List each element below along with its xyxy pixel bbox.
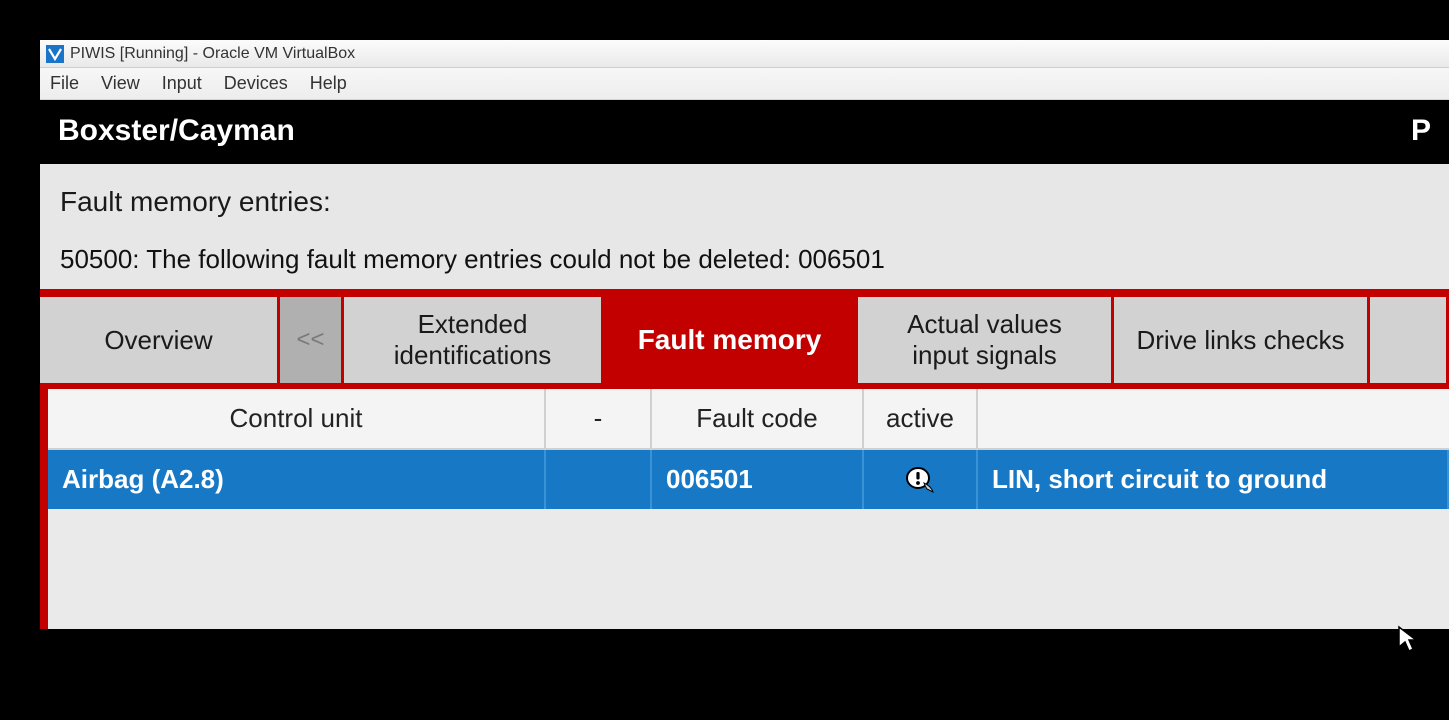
cell-control-unit: Airbag (A2.8) (48, 450, 546, 509)
tab-drive-links-checks[interactable]: Drive links checks (1114, 297, 1370, 383)
virtualbox-app-icon (46, 45, 64, 63)
tab-spacer (1370, 297, 1449, 383)
cell-description: LIN, short circuit to ground (978, 450, 1449, 509)
window-title: PIWIS [Running] - Oracle VM VirtualBox (70, 45, 355, 63)
menu-file[interactable]: File (50, 73, 79, 94)
tab-actual-values[interactable]: Actual values input signals (858, 297, 1114, 383)
app-header: Boxster/Cayman P (40, 100, 1449, 164)
table-empty-area (48, 509, 1449, 629)
fault-memory-message: 50500: The following fault memory entrie… (60, 244, 1429, 275)
menu-help[interactable]: Help (310, 73, 347, 94)
tab-label: Actual values input signals (876, 309, 1093, 371)
fault-memory-label: Fault memory entries: (60, 186, 1429, 218)
tab-label: Fault memory (638, 323, 822, 357)
vehicle-title: Boxster/Cayman (58, 114, 295, 148)
th-fault-code[interactable]: Fault code (652, 389, 864, 448)
warning-icon (905, 467, 935, 493)
tab-label: Drive links checks (1136, 325, 1344, 356)
th-dash[interactable]: - (546, 389, 652, 448)
tab-extended-identifications[interactable]: Extended identifications (344, 297, 604, 383)
tab-fault-memory[interactable]: Fault memory (604, 297, 858, 383)
window-menubar: File View Input Devices Help (40, 68, 1449, 100)
window-titlebar: PIWIS [Running] - Oracle VM VirtualBox (40, 40, 1449, 68)
menu-devices[interactable]: Devices (224, 73, 288, 94)
tabs-container: Overview << Extended identifications Fau… (40, 289, 1449, 629)
th-active[interactable]: active (864, 389, 978, 448)
cell-active (864, 450, 978, 509)
header-right: P (1411, 114, 1431, 148)
virtualbox-window: PIWIS [Running] - Oracle VM VirtualBox F… (40, 40, 1449, 629)
tabs: Overview << Extended identifications Fau… (40, 289, 1449, 389)
th-control-unit[interactable]: Control unit (48, 389, 546, 448)
chevron-left-icon: << (296, 326, 324, 355)
tab-label: Overview (104, 325, 212, 356)
tab-label: Extended identifications (362, 309, 583, 371)
th-description[interactable] (978, 389, 1449, 448)
message-panel: Fault memory entries: 50500: The followi… (40, 164, 1449, 289)
fault-table: Control unit - Fault code active Airbag … (40, 389, 1449, 629)
menu-input[interactable]: Input (162, 73, 202, 94)
cell-dash (546, 450, 652, 509)
table-row[interactable]: Airbag (A2.8) 006501 LIN, short circuit … (48, 450, 1449, 509)
tabs-scroll-left[interactable]: << (280, 297, 344, 383)
menu-view[interactable]: View (101, 73, 140, 94)
table-header: Control unit - Fault code active (48, 389, 1449, 450)
mouse-cursor-icon (1397, 625, 1419, 660)
tab-overview[interactable]: Overview (40, 297, 280, 383)
cell-fault-code: 006501 (652, 450, 864, 509)
